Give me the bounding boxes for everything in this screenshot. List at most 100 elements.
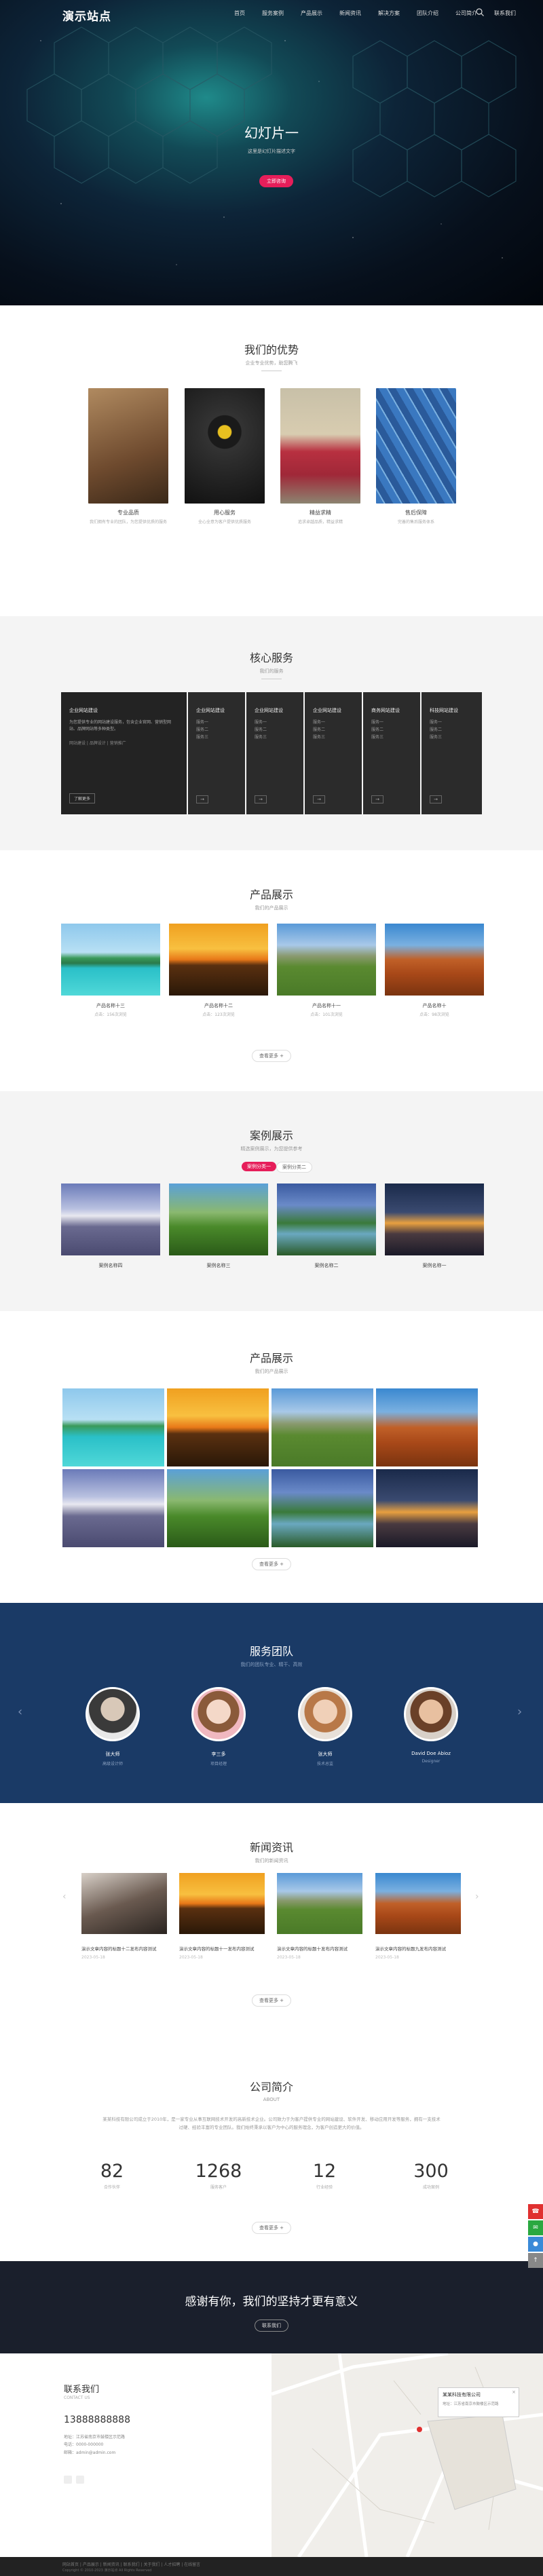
hero-title: 幻灯片一 <box>244 125 299 141</box>
news-more-button[interactable]: 查看更多 + <box>251 1994 292 2007</box>
service-tab[interactable]: 科技网站建设 服务一 服务二 服务三 → <box>422 692 482 814</box>
service-main-panel[interactable]: 企业网站建设 为您提供专业的网站建设服务，包含企业官网、营销型网站、品牌网站等多… <box>61 692 187 814</box>
news-image <box>375 1873 461 1934</box>
weibo-icon[interactable] <box>76 2476 84 2484</box>
nav-item-cases[interactable]: 服务案例 <box>262 10 284 17</box>
case-tab-active[interactable]: 案例分类一 <box>242 1162 276 1171</box>
chevron-right-icon[interactable]: › <box>475 1891 479 1902</box>
footer-link[interactable]: 网站首页 <box>62 2562 79 2567</box>
gallery-image[interactable] <box>376 1388 478 1466</box>
gallery-image[interactable] <box>272 1388 373 1466</box>
advantage-card[interactable]: 售后保障 完善的售后服务体系 <box>376 388 456 525</box>
service-tab-title: 企业网站建设 <box>196 708 225 713</box>
service-link[interactable]: 网站建设 <box>69 741 86 746</box>
news-date: 2023-05-18 <box>277 1954 301 1960</box>
nav-item-about[interactable]: 公司简介 <box>455 10 477 17</box>
chat-icon[interactable]: ✉ <box>528 2220 543 2235</box>
service-tab[interactable]: 企业网站建设 服务一 服务二 服务三 → <box>246 692 303 814</box>
wechat-icon[interactable] <box>64 2476 72 2484</box>
news-item[interactable]: 演示文章内容的标题十一发布内容测试 2023-05-18 <box>179 1873 265 1960</box>
advantage-subtitle: 企业专业优势，助您腾飞 <box>245 360 298 366</box>
nav-item-solutions[interactable]: 解决方案 <box>378 10 400 17</box>
hero-cta-button[interactable]: 立即咨询 <box>259 175 293 187</box>
gallery-image[interactable] <box>167 1469 269 1547</box>
stat-label: 成功案例 <box>422 2185 439 2190</box>
product-item[interactable]: 产品名称十二 点击：123次浏览 <box>169 924 268 1017</box>
footer-link[interactable]: 联系我们 <box>124 2562 140 2567</box>
team-member[interactable]: 张大师 高级设计师 <box>79 1687 147 1766</box>
arrow-right-icon[interactable]: → <box>371 795 383 803</box>
team-member[interactable]: 张大师 技术总监 <box>291 1687 359 1766</box>
gallery-image[interactable] <box>167 1388 269 1466</box>
case-tab[interactable]: 案例分类二 <box>276 1162 312 1173</box>
footer-link[interactable]: 产品展示 <box>83 2562 99 2567</box>
news-item[interactable]: 演示文章内容的标题九发布内容测试 2023-05-18 <box>375 1873 461 1960</box>
arrow-right-icon[interactable]: → <box>430 795 442 803</box>
back-to-top-icon[interactable]: ↑ <box>528 2253 543 2268</box>
footer-link[interactable]: 人才招聘 <box>164 2562 180 2567</box>
service-tab-item: 服务三 <box>255 734 267 740</box>
arrow-right-icon[interactable]: → <box>313 795 325 803</box>
hero-slider: 幻灯片一 这里是幻灯片描述文字 立即咨询 <box>0 0 543 305</box>
nav-item-news[interactable]: 新闻资讯 <box>339 10 361 17</box>
product-image <box>61 924 160 996</box>
nav-item-contact[interactable]: 联系我们 <box>494 10 516 17</box>
footer-link[interactable]: 在线留言 <box>184 2562 200 2567</box>
gallery-image[interactable] <box>376 1469 478 1547</box>
chevron-right-icon[interactable]: › <box>517 1705 522 1719</box>
service-tab-item: 服务三 <box>371 734 384 740</box>
case-item[interactable]: 案例名称四 <box>61 1183 160 1269</box>
case-item[interactable]: 案例名称二 <box>277 1183 376 1269</box>
product-item[interactable]: 产品名称十三 点击：156次浏览 <box>61 924 160 1017</box>
advantage-card[interactable]: 用心服务 全心全意为客户提供优质服务 <box>185 388 265 525</box>
about-more-button[interactable]: 查看更多 + <box>251 2222 292 2234</box>
service-more-button[interactable]: 了解更多 <box>69 793 96 803</box>
gallery-image[interactable] <box>62 1469 164 1547</box>
cta-contact-button[interactable]: 联系我们 <box>255 2319 288 2332</box>
nav-item-home[interactable]: 首页 <box>234 10 245 17</box>
service-tab[interactable]: 企业网站建设 服务一 服务二 服务三 → <box>305 692 362 814</box>
service-link[interactable]: 品牌设计 <box>90 741 106 746</box>
arrow-right-icon[interactable]: → <box>196 795 208 803</box>
advantage-card[interactable]: 精益求精 追求卓越品质，精益求精 <box>280 388 360 525</box>
advantage-image <box>280 388 360 504</box>
news-item[interactable]: 演示文章内容的标题十发布内容测试 2023-05-18 <box>277 1873 362 1960</box>
advantage-title: 我们的优势 <box>244 343 299 356</box>
stat-item: 12 行业经验 <box>291 2161 358 2190</box>
footer-link[interactable]: 新闻资讯 <box>103 2562 119 2567</box>
products-title: 产品展示 <box>249 888 293 901</box>
map[interactable] <box>272 2353 543 2557</box>
case-item[interactable]: 案例名称一 <box>385 1183 484 1269</box>
chevron-left-icon[interactable]: ‹ <box>18 1705 22 1719</box>
team-member[interactable]: David Doe Abioz Designer <box>397 1687 465 1764</box>
search-icon[interactable] <box>475 7 485 17</box>
service-tab[interactable]: 企业网站建设 服务一 服务二 服务三 → <box>188 692 245 814</box>
product-item[interactable]: 产品名称十一 点击：101次浏览 <box>277 924 376 1017</box>
product-item[interactable]: 产品名称十 点击：98次浏览 <box>385 924 484 1017</box>
service-link[interactable]: 营销推广 <box>110 741 126 746</box>
service-tab-item: 服务三 <box>196 734 209 740</box>
products-more-button[interactable]: 查看更多 + <box>251 1050 292 1062</box>
gallery-image[interactable] <box>272 1469 373 1547</box>
footer-link[interactable]: 关于我们 <box>143 2562 160 2567</box>
gallery-subtitle: 我们的产品展示 <box>255 1369 288 1374</box>
gallery-image[interactable] <box>62 1388 164 1466</box>
advantage-card[interactable]: 专业品质 我们拥有专业的团队，为您提供优质的服务 <box>88 388 168 525</box>
arrow-right-icon[interactable]: → <box>255 795 267 803</box>
service-main-title: 企业网站建设 <box>69 708 98 713</box>
gallery-more-button[interactable]: 查看更多 + <box>251 1558 292 1570</box>
news-item[interactable]: 演示文章内容的标题十二发布内容测试 2023-05-18 <box>81 1873 167 1960</box>
nav-item-team[interactable]: 团队介绍 <box>417 10 438 17</box>
phone-icon[interactable]: ☎ <box>528 2204 543 2219</box>
close-icon[interactable]: × <box>512 2389 516 2395</box>
site-logo[interactable]: 演示站点 <box>62 7 111 24</box>
news-title-text: 演示文章内容的标题九发布内容测试 <box>375 1946 446 1952</box>
service-tab[interactable]: 商务网站建设 服务一 服务二 服务三 → <box>363 692 420 814</box>
qq-icon[interactable]: ● <box>528 2237 543 2252</box>
case-item[interactable]: 案例名称三 <box>169 1183 268 1269</box>
team-member[interactable]: 李三多 项目经理 <box>185 1687 252 1766</box>
chevron-left-icon[interactable]: ‹ <box>62 1891 67 1902</box>
avatar <box>191 1687 246 1741</box>
nav-item-products[interactable]: 产品展示 <box>301 10 322 17</box>
case-image <box>169 1183 268 1255</box>
